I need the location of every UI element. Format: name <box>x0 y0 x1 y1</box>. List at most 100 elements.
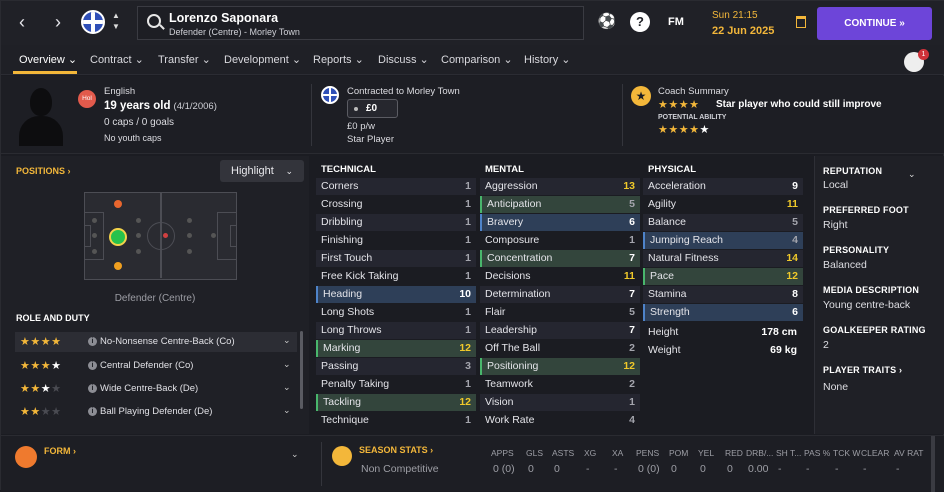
tab-history[interactable]: History ⌄ <box>524 45 571 75</box>
attribute-row[interactable]: Off The Ball 2 <box>480 340 640 357</box>
attribute-row[interactable]: Long Throws 1 <box>316 322 476 339</box>
stat-column-header[interactable]: APPS <box>491 448 514 458</box>
attribute-row[interactable]: Strength 6 <box>643 304 803 321</box>
stat-column-header[interactable]: CLEAR <box>861 448 889 458</box>
club-crest-icon[interactable] <box>81 10 105 34</box>
stat-column-header[interactable]: XG <box>584 448 596 458</box>
stat-column-header[interactable]: POM <box>669 448 688 458</box>
stat-column-header[interactable]: RED <box>725 448 743 458</box>
attribute-row[interactable]: Tackling 12 <box>316 394 476 411</box>
attribute-row[interactable]: Decisions 11 <box>480 268 640 285</box>
attribute-row[interactable]: Crossing 1 <box>316 196 476 213</box>
highlight-dropdown[interactable]: Highlight ⌄ <box>220 160 304 182</box>
up-down-icon[interactable]: ▲ ▼ <box>111 10 121 32</box>
scrollbar[interactable] <box>931 436 935 492</box>
info-icon[interactable]: i <box>88 407 97 416</box>
attribute-row[interactable]: Passing 3 <box>316 358 476 375</box>
stat-column-header[interactable]: YEL <box>698 448 714 458</box>
position-dot[interactable] <box>114 262 122 270</box>
wage-field[interactable]: £0 <box>347 99 398 118</box>
attribute-row[interactable]: Pace 12 <box>643 268 803 285</box>
attribute-row[interactable]: Heading 10 <box>316 286 476 303</box>
info-icon[interactable]: i <box>88 361 97 370</box>
divider <box>321 442 322 486</box>
attribute-row[interactable]: Free Kick Taking 1 <box>316 268 476 285</box>
role-item[interactable]: ★★★★ i Wide Centre-Back (De) ⌄ <box>15 379 297 399</box>
chevron-down-icon[interactable]: ⌄ <box>283 405 291 416</box>
attribute-row[interactable]: Finishing 1 <box>316 232 476 249</box>
stat-column-header[interactable]: DRB/... <box>746 448 773 458</box>
age: 19 years old <box>104 100 171 112</box>
attribute-row[interactable]: Natural Fitness 14 <box>643 250 803 267</box>
ball-icon[interactable]: ⚽ <box>597 12 617 32</box>
help-icon[interactable]: ? <box>630 12 650 32</box>
season-stats-title[interactable]: SEASON STATS › <box>359 445 433 455</box>
attribute-row[interactable]: Aggression 13 <box>480 178 640 195</box>
scrollbar[interactable] <box>300 331 303 409</box>
attribute-value: 12 <box>459 342 471 354</box>
back-arrow-icon[interactable]: ‹ <box>11 11 33 33</box>
chevron-down-icon[interactable]: ⌄ <box>291 449 299 460</box>
fm-logo[interactable]: FM <box>664 12 688 32</box>
stat-column-header[interactable]: TCK W <box>833 448 860 458</box>
attribute-row[interactable]: Agility 11 <box>643 196 803 213</box>
tab-contract[interactable]: Contract ⌄ <box>90 45 144 75</box>
stat-column-header[interactable]: PENS <box>636 448 659 458</box>
forward-arrow-icon[interactable]: › <box>47 11 69 33</box>
attribute-row[interactable]: First Touch 1 <box>316 250 476 267</box>
attribute-row[interactable]: Concentration 7 <box>480 250 640 267</box>
tab-reports[interactable]: Reports ⌄ <box>313 45 364 75</box>
player-traits-title[interactable]: PLAYER TRAITS › <box>823 365 902 375</box>
attribute-row[interactable]: Positioning 12 <box>480 358 640 375</box>
nation-flag-icon[interactable]: Hol <box>78 90 96 108</box>
attribute-row[interactable]: Anticipation 5 <box>480 196 640 213</box>
attribute-row[interactable]: Flair 5 <box>480 304 640 321</box>
positions-title[interactable]: POSITIONS › <box>16 166 71 176</box>
chevron-down-icon[interactable]: ⌄ <box>283 335 291 346</box>
role-item[interactable]: ★★★★ i Central Defender (Co) ⌄ <box>15 356 297 376</box>
attribute-value: 1 <box>465 324 471 336</box>
continue-button[interactable]: CONTINUE » <box>817 7 932 40</box>
stat-column-header[interactable]: GLS <box>526 448 543 458</box>
attribute-row[interactable]: Determination 7 <box>480 286 640 303</box>
tab-discuss[interactable]: Discuss ⌄ <box>378 45 429 75</box>
role-item[interactable]: ★★★★ i Ball Playing Defender (De) ⌄ <box>15 402 297 422</box>
stat-column-header[interactable]: XA <box>612 448 623 458</box>
club-crest-icon[interactable] <box>321 86 339 104</box>
chevron-down-icon[interactable]: ⌄ <box>283 382 291 393</box>
tab-development[interactable]: Development ⌄ <box>224 45 301 75</box>
stat-column-header[interactable]: PAS % <box>804 448 830 458</box>
attribute-row[interactable]: Marking 12 <box>316 340 476 357</box>
info-icon[interactable]: i <box>88 337 97 346</box>
date-box[interactable]: Sun 21:15 22 Jun 2025 <box>704 8 809 40</box>
attribute-row[interactable]: Corners 1 <box>316 178 476 195</box>
attribute-row[interactable]: Jumping Reach 4 <box>643 232 803 249</box>
natural-position-dot[interactable] <box>109 228 127 246</box>
chevron-down-icon[interactable]: ⌄ <box>908 169 916 180</box>
attribute-row[interactable]: Vision 1 <box>480 394 640 411</box>
attribute-row[interactable]: Stamina 8 <box>643 286 803 303</box>
form-title[interactable]: FORM › <box>44 446 76 456</box>
attribute-row[interactable]: Long Shots 1 <box>316 304 476 321</box>
tab-comparison[interactable]: Comparison ⌄ <box>441 45 513 75</box>
stat-column-header[interactable]: AV RAT <box>894 448 923 458</box>
chevron-down-icon[interactable]: ⌄ <box>283 359 291 370</box>
info-icon[interactable]: i <box>88 384 97 393</box>
stat-column-header[interactable]: ASTS <box>552 448 574 458</box>
attribute-row[interactable]: Technique 1 <box>316 412 476 429</box>
role-item[interactable]: ★★★★ i No-Nonsense Centre-Back (Co) ⌄ <box>15 332 297 352</box>
attribute-row[interactable]: Balance 5 <box>643 214 803 231</box>
attribute-name: Flair <box>485 306 506 318</box>
attribute-row[interactable]: Composure 1 <box>480 232 640 249</box>
position-dot[interactable] <box>114 200 122 208</box>
attribute-row[interactable]: Work Rate 4 <box>480 412 640 429</box>
attribute-row[interactable]: Dribbling 1 <box>316 214 476 231</box>
attribute-row[interactable]: Leadership 7 <box>480 322 640 339</box>
attribute-row[interactable]: Penalty Taking 1 <box>316 376 476 393</box>
attribute-row[interactable]: Bravery 6 <box>480 214 640 231</box>
search-input[interactable]: Lorenzo Saponara Defender (Centre) - Mor… <box>137 6 584 40</box>
stat-column-header[interactable]: SH T... <box>776 448 801 458</box>
attribute-row[interactable]: Acceleration 9 <box>643 178 803 195</box>
attribute-row[interactable]: Teamwork 2 <box>480 376 640 393</box>
tab-transfer[interactable]: Transfer ⌄ <box>158 45 211 75</box>
